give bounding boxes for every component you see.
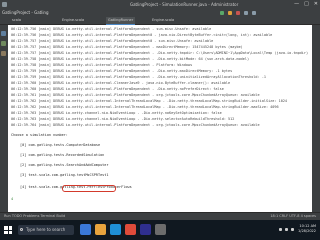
left-tool-strip — [0, 25, 8, 212]
editor-tabs: scala Engine.scala GatlingRunner Engine.… — [0, 17, 320, 25]
log-line: 06:12:39.757 [main] DEBUG io.netty.util.… — [11, 45, 243, 49]
log-line: 06:12:39.759 [main] DEBUG io.netty.util.… — [11, 69, 233, 73]
search-icon[interactable] — [252, 11, 256, 15]
window-controls: — □ ✕ — [294, 1, 318, 7]
log-line: 06:12:39.762 [main] DEBUG io.netty.util.… — [11, 99, 288, 103]
simulation-option: [0] com.gatling.tests.ComputerDatabase — [20, 143, 101, 147]
build-icon[interactable] — [244, 11, 248, 15]
editor-status: 18:1 CRLF UTF-8 4 spaces — [270, 214, 316, 218]
tab-scala[interactable]: scala — [10, 17, 23, 24]
log-line: 06:12:39.760 [main] DEBUG io.netty.util.… — [11, 87, 224, 91]
file-explorer-icon[interactable] — [95, 224, 106, 235]
close-button[interactable]: ✕ — [314, 1, 318, 7]
minimize-button[interactable]: — — [294, 1, 299, 7]
debug-icon[interactable] — [228, 11, 232, 15]
battery-icon[interactable] — [291, 228, 294, 231]
run-tool-icon[interactable] — [1, 41, 6, 46]
intellij-icon[interactable] — [140, 224, 151, 235]
network-icon[interactable] — [279, 228, 282, 231]
log-line: 06:12:39.756 [main] DEBUG io.netty.util.… — [11, 33, 273, 37]
clock-date: 1/28/2022 — [298, 229, 316, 233]
chrome-icon[interactable] — [125, 224, 136, 235]
log-line: 06:12:39.763 [main] DEBUG io.netty.chann… — [11, 111, 222, 115]
log-line: 06:12:39.760 [main] DEBUG io.netty.util.… — [11, 81, 231, 85]
right-tool-strip — [312, 25, 320, 212]
ide-toolbar: GatlingProject - Gatling — [0, 9, 320, 17]
tab-engine-scala-2[interactable]: Engine.scala — [150, 17, 176, 24]
log-line: 06:12:39.761 [main] DEBUG io.netty.util.… — [11, 93, 260, 97]
tab-gatling-runner[interactable]: GatlingRunner — [106, 17, 136, 25]
log-line: 06:12:39.762 [main] DEBUG io.netty.util.… — [11, 105, 279, 109]
simulation-option: [3] test.scala.com.gatling.testMsCSPRTes… — [20, 173, 109, 177]
edge-browser-icon[interactable] — [110, 224, 121, 235]
window-title: GatlingProject - SimulationRunner.java -… — [130, 2, 239, 7]
search-placeholder: Type here to search — [26, 227, 66, 232]
windows-start-icon[interactable] — [4, 226, 12, 234]
log-line: 06:12:39.757 [main] DEBUG io.netty.util.… — [11, 51, 309, 55]
run-icon[interactable] — [220, 11, 224, 15]
windows-taskbar: Type here to search 10:12 AM 1/28/2022 — [0, 220, 320, 240]
log-line: 06:12:39.758 [main] DEBUG io.netty.util.… — [11, 63, 193, 67]
maximize-button[interactable]: □ — [304, 1, 309, 7]
log-line: 06:12:39.756 [main] DEBUG io.netty.util.… — [11, 27, 212, 31]
log-line: 06:12:39.757 [main] DEBUG io.netty.util.… — [11, 39, 214, 43]
log-line: 06:12:39.759 [main] DEBUG io.netty.util.… — [11, 75, 266, 79]
simulation-prompt: Choose a simulation number: — [11, 133, 68, 137]
stop-icon[interactable] — [236, 11, 240, 15]
log-line: 06:12:39.758 [main] DEBUG io.netty.util.… — [11, 57, 250, 61]
simulation-option: [2] com.gatling.tests.SearchAndAddComput… — [20, 163, 109, 167]
log-line: 06:12:39.764 [main] DEBUG io.netty.util.… — [11, 123, 260, 127]
project-tool-icon[interactable] — [1, 31, 6, 36]
terminal-icon[interactable] — [155, 224, 166, 235]
console-input[interactable]: 4 — [11, 197, 13, 202]
task-view-icon[interactable] — [80, 224, 91, 235]
clock[interactable]: 10:12 AM 1/28/2022 — [298, 224, 316, 234]
taskbar-search-input[interactable]: Type here to search — [18, 225, 74, 235]
highlight-annotation — [62, 185, 116, 192]
app-menu-icon[interactable] — [2, 2, 7, 7]
structure-tool-icon[interactable] — [1, 51, 6, 56]
ide-title-bar: GatlingProject - SimulationRunner.java -… — [0, 0, 320, 25]
run-console[interactable]: 06:12:39.756 [main] DEBUG io.netty.util.… — [8, 25, 312, 212]
volume-icon[interactable] — [285, 228, 288, 231]
project-breadcrumb[interactable]: GatlingProject - Gatling — [2, 10, 49, 15]
log-line: 06:12:39.763 [main] DEBUG io.netty.chann… — [11, 117, 235, 121]
tab-engine-scala[interactable]: Engine.scala — [60, 17, 86, 24]
system-tray — [279, 228, 294, 231]
simulation-option: [1] com.gatling.tests.RecordedSimulation — [20, 153, 105, 157]
tool-window-bar[interactable]: Run TODO Problems Terminal Build — [4, 214, 65, 218]
search-icon — [20, 228, 23, 231]
